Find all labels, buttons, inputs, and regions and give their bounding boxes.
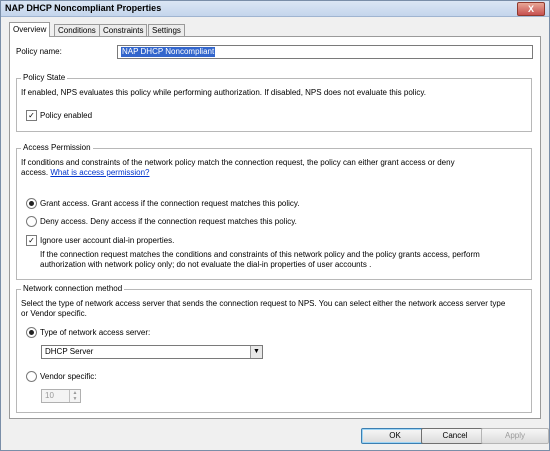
policy-enabled-checkbox[interactable]: ✓ [26, 110, 37, 121]
access-permission-description-cont: access. What is access permission? [21, 168, 150, 177]
policy-name-value: NAP DHCP Noncompliant [121, 47, 216, 57]
access-permission-group: Access Permission If conditions and cons… [16, 143, 532, 280]
grant-access-label: Grant access. Grant access if the connec… [40, 199, 300, 208]
policy-name-label: Policy name: [16, 47, 62, 56]
close-button[interactable]: X [517, 2, 545, 16]
apply-button[interactable]: Apply [481, 428, 549, 444]
vendor-specific-value: 10 [45, 391, 54, 400]
nas-type-select[interactable]: DHCP Server ▼ [41, 345, 263, 359]
nas-type-value: DHCP Server [45, 347, 94, 356]
vendor-specific-label: Vendor specific: [40, 372, 97, 381]
tab-overview[interactable]: Overview [9, 22, 51, 37]
title-bar: NAP DHCP Noncompliant Properties X [1, 1, 549, 17]
grant-access-radio[interactable] [26, 198, 37, 209]
access-permission-legend: Access Permission [21, 143, 93, 152]
network-connection-group: Network connection method Select the typ… [16, 284, 532, 413]
network-connection-description: Select the type of network access server… [21, 299, 506, 308]
deny-access-radio[interactable] [26, 216, 37, 227]
ignore-dialin-description: If the connection request matches the co… [40, 250, 480, 259]
vendor-specific-spinner[interactable]: 10 ▲ ▼ [41, 389, 81, 403]
spinner-buttons[interactable]: ▲ ▼ [69, 390, 80, 402]
ok-button[interactable]: OK [361, 428, 429, 444]
network-connection-legend: Network connection method [21, 284, 125, 293]
ignore-dialin-description-cont: authorization with network policy only; … [40, 260, 372, 269]
ignore-dialin-label: Ignore user account dial-in properties. [40, 236, 175, 245]
properties-dialog: NAP DHCP Noncompliant Properties X Overv… [0, 0, 550, 451]
access-permission-description: If conditions and constraints of the net… [21, 158, 455, 167]
nas-type-label: Type of network access server: [40, 328, 151, 337]
spin-down-icon[interactable]: ▼ [70, 396, 80, 402]
access-permission-help-link[interactable]: What is access permission? [50, 168, 149, 177]
deny-access-label: Deny access. Deny access if the connecti… [40, 217, 297, 226]
cancel-button[interactable]: Cancel [421, 428, 489, 444]
policy-enabled-label: Policy enabled [40, 111, 93, 120]
policy-name-input[interactable]: NAP DHCP Noncompliant [117, 45, 533, 59]
chevron-down-icon[interactable]: ▼ [250, 346, 262, 358]
policy-state-group: Policy State If enabled, NPS evaluates t… [16, 73, 532, 132]
network-connection-description-cont: or Vendor specific. [21, 309, 87, 318]
nas-type-radio[interactable] [26, 327, 37, 338]
ignore-dialin-checkbox[interactable]: ✓ [26, 235, 37, 246]
overview-panel: Policy name: NAP DHCP Noncompliant Polic… [9, 36, 541, 419]
window-title: NAP DHCP Noncompliant Properties [5, 3, 162, 13]
vendor-specific-radio[interactable] [26, 371, 37, 382]
access-permission-description-end: access. [21, 168, 49, 177]
policy-state-description: If enabled, NPS evaluates this policy wh… [21, 88, 426, 97]
policy-state-legend: Policy State [21, 73, 68, 82]
